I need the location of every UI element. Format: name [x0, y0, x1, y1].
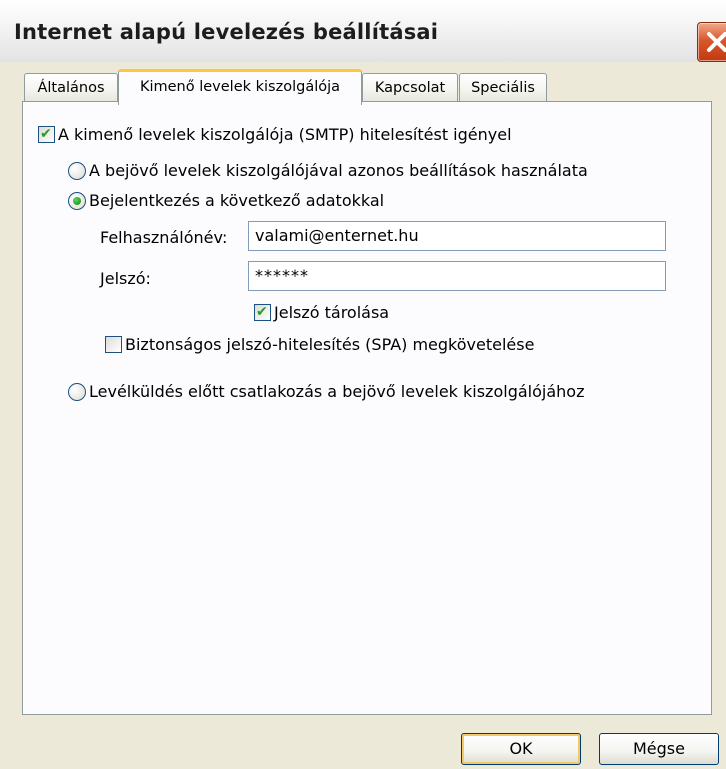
tab-kimeno-levelek-kiszolgaloja[interactable]: Kimenő levelek kiszolgálója: [118, 69, 362, 105]
smtp-auth-label: A kimenő levelek kiszolgálója (SMTP) hit…: [58, 125, 512, 144]
radio-dot-icon: [73, 196, 81, 205]
remember-password-option[interactable]: ✔ Jelszó tárolása: [254, 303, 389, 322]
title-bar[interactable]: Internet alapú levelezés beállításai: [0, 0, 726, 62]
password-input[interactable]: ******: [248, 261, 666, 291]
logon-with-option[interactable]: Bejelentkezés a következő adatokkal: [68, 191, 384, 210]
same-settings-radio[interactable]: [68, 161, 86, 180]
smtp-auth-checkbox[interactable]: ✔: [38, 126, 55, 143]
cancel-button[interactable]: Mégse: [599, 733, 719, 765]
check-icon: ✔: [40, 126, 52, 142]
check-icon: ✔: [256, 304, 268, 320]
logon-with-radio[interactable]: [68, 191, 86, 210]
dialog-window: Internet alapú levelezés beállításai Ált…: [0, 0, 726, 769]
same-settings-label: A bejövő levelek kiszolgálójával azonos …: [89, 161, 588, 180]
close-icon: [707, 32, 726, 52]
close-button[interactable]: [697, 22, 726, 62]
window-title: Internet alapú levelezés beállításai: [14, 20, 439, 44]
username-input[interactable]: valami@enternet.hu: [248, 221, 666, 251]
remember-password-checkbox[interactable]: ✔: [254, 304, 271, 321]
ok-button[interactable]: OK: [461, 733, 581, 765]
logon-with-label: Bejelentkezés a következő adatokkal: [89, 191, 385, 210]
tab-specialis[interactable]: Speciális: [459, 73, 547, 102]
username-label: Felhasználónév:: [100, 228, 228, 247]
password-label: Jelszó:: [100, 269, 151, 288]
logon-before-send-radio[interactable]: [68, 382, 86, 401]
remember-password-label: Jelszó tárolása: [274, 303, 390, 322]
logon-before-send-option[interactable]: Levélküldés előtt csatlakozás a bejövő l…: [68, 382, 584, 401]
spa-checkbox[interactable]: [105, 336, 122, 353]
tab-kapcsolat[interactable]: Kapcsolat: [362, 73, 458, 102]
logon-before-send-label: Levélküldés előtt csatlakozás a bejövő l…: [89, 382, 585, 401]
smtp-auth-option[interactable]: ✔ A kimenő levelek kiszolgálója (SMTP) h…: [38, 125, 512, 144]
tab-altalanos[interactable]: Általános: [24, 73, 118, 102]
tab-panel-outgoing-server: ✔ A kimenő levelek kiszolgálója (SMTP) h…: [22, 101, 712, 715]
same-settings-option[interactable]: A bejövő levelek kiszolgálójával azonos …: [68, 161, 588, 180]
spa-label: Biztonságos jelszó-hitelesítés (SPA) meg…: [125, 335, 535, 354]
spa-option[interactable]: Biztonságos jelszó-hitelesítés (SPA) meg…: [105, 335, 534, 354]
